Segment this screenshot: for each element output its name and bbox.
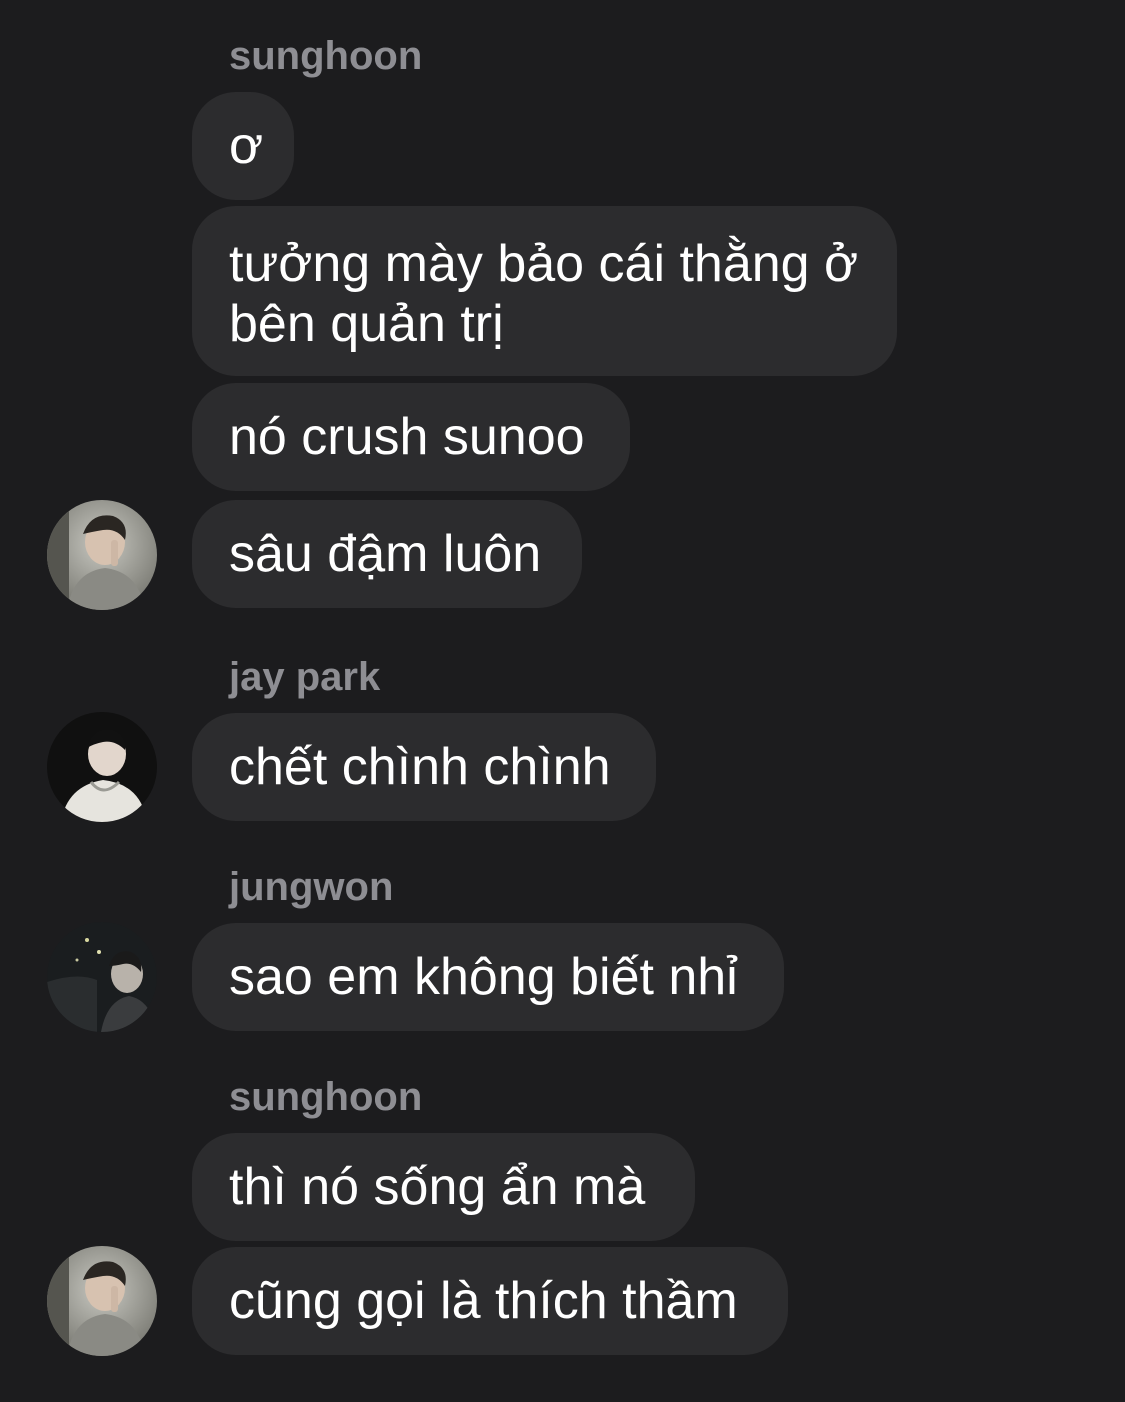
chat-thread: sunghoon ơ tưởng mày bảo cái thằng ở bên… — [0, 0, 1125, 1402]
sunghoon-avatar[interactable] — [47, 1246, 157, 1356]
message-bubble[interactable]: tưởng mày bảo cái thằng ở bên quản trị — [192, 206, 897, 376]
message-bubble[interactable]: thì nó sống ẩn mà — [192, 1133, 695, 1241]
jay-park-avatar[interactable] — [47, 712, 157, 822]
message-bubble[interactable]: sâu đậm luôn — [192, 500, 582, 608]
avatar-photo — [47, 712, 157, 822]
avatar-photo — [47, 500, 157, 610]
avatar-photo — [47, 922, 157, 1032]
sender-name: sunghoon — [229, 1075, 423, 1119]
sender-name: jungwon — [229, 865, 394, 909]
jungwon-avatar[interactable] — [47, 922, 157, 1032]
message-bubble[interactable]: ơ — [192, 92, 294, 200]
message-bubble[interactable]: chết chình chình — [192, 713, 656, 821]
sender-name: jay park — [229, 655, 381, 699]
sender-name: sunghoon — [229, 34, 423, 78]
message-bubble[interactable]: cũng gọi là thích thầm — [192, 1247, 788, 1355]
message-bubble[interactable]: sao em không biết nhỉ — [192, 923, 784, 1031]
sunghoon-avatar[interactable] — [47, 500, 157, 610]
avatar-photo — [47, 1246, 157, 1356]
message-bubble[interactable]: nó crush sunoo — [192, 383, 630, 491]
